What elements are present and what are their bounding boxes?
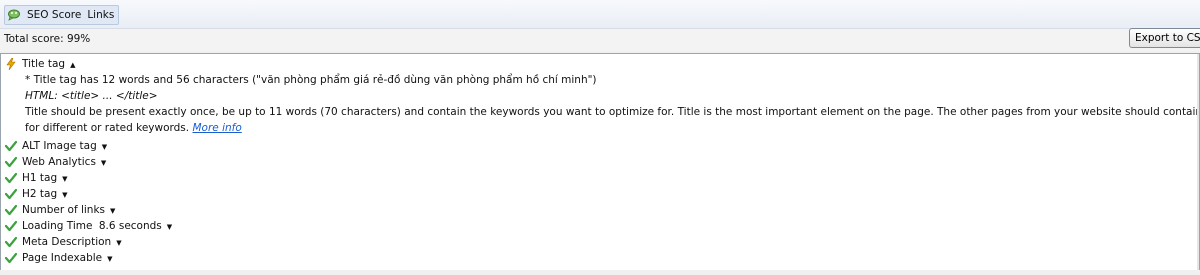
tab-links[interactable]: Links — [87, 9, 114, 21]
collapse-arrow-icon[interactable]: ▲ — [70, 61, 75, 69]
tab-seo-score[interactable]: SEO Score — [27, 9, 81, 21]
check-label-meta[interactable]: Meta Description ▼ — [22, 234, 122, 251]
title-tag-label: Title tag — [22, 57, 66, 70]
tab-bar: SEO Score Links — [4, 5, 120, 25]
check-icon — [5, 188, 17, 200]
check-label-indexable[interactable]: Page Indexable ▼ — [22, 250, 113, 267]
expand-arrow-icon[interactable]: ▼ — [101, 159, 106, 167]
warning-bolt-icon — [6, 58, 16, 70]
bottom-border — [0, 270, 1200, 275]
check-icon — [5, 156, 17, 168]
vertical-scrollbar[interactable] — [1197, 54, 1199, 270]
seo-results-panel[interactable]: Title tag ▲ * Title tag has 12 words and … — [0, 53, 1200, 271]
check-icon — [5, 252, 17, 264]
check-icon — [5, 220, 17, 232]
title-description-line1: Title should be present exactly once, be… — [25, 106, 1200, 118]
expand-arrow-icon[interactable]: ▼ — [62, 175, 67, 183]
analytics-label: Web Analytics — [22, 155, 96, 168]
check-label-title[interactable]: Title tag ▲ — [22, 56, 75, 73]
expand-arrow-icon[interactable]: ▼ — [62, 191, 67, 199]
check-icon — [5, 172, 17, 184]
check-label-h2[interactable]: H2 tag ▼ — [22, 186, 68, 203]
check-icon — [5, 140, 17, 152]
more-info-link[interactable]: More info — [192, 122, 241, 134]
expand-arrow-icon[interactable]: ▼ — [107, 255, 112, 263]
title-detail-html: HTML: <title> ... </title> — [25, 90, 158, 102]
meta-label: Meta Description — [22, 235, 112, 248]
check-label-alt[interactable]: ALT Image tag ▼ — [22, 138, 107, 155]
export-csv-button[interactable]: Export to CSV... — [1129, 28, 1200, 48]
score-bar: Total score: 99% — [0, 29, 1200, 51]
links-label: Number of links — [22, 203, 106, 216]
total-score: Total score: 99% — [4, 33, 91, 45]
title-detail-words: * Title tag has 12 words and 56 characte… — [25, 74, 597, 86]
toolbar: SEO Score Links — [0, 0, 1200, 29]
check-icon — [5, 236, 17, 248]
alt-label: ALT Image tag — [22, 139, 97, 152]
check-label-links[interactable]: Number of links ▼ — [22, 202, 115, 219]
expand-arrow-icon[interactable]: ▼ — [116, 239, 121, 247]
expand-arrow-icon[interactable]: ▼ — [102, 143, 107, 151]
expand-arrow-icon[interactable]: ▼ — [167, 223, 172, 231]
loading-label: Loading Time — [22, 219, 93, 232]
title-description-line2: for different or rated keywords. More in… — [25, 120, 242, 136]
title-description-text: for different or rated keywords. — [25, 122, 190, 134]
loading-value: 8.6 seconds — [98, 219, 162, 232]
seo-plugin-icon[interactable] — [7, 8, 21, 22]
expand-arrow-icon[interactable]: ▼ — [110, 207, 115, 215]
check-label-analytics[interactable]: Web Analytics ▼ — [22, 154, 106, 171]
check-label-loading[interactable]: Loading Time 8.6 seconds ▼ — [22, 218, 172, 235]
indexable-label: Page Indexable — [22, 251, 103, 264]
check-icon — [5, 204, 17, 216]
h1-label: H1 tag — [22, 171, 58, 184]
check-label-h1[interactable]: H1 tag ▼ — [22, 170, 68, 187]
h2-label: H2 tag — [22, 187, 58, 200]
